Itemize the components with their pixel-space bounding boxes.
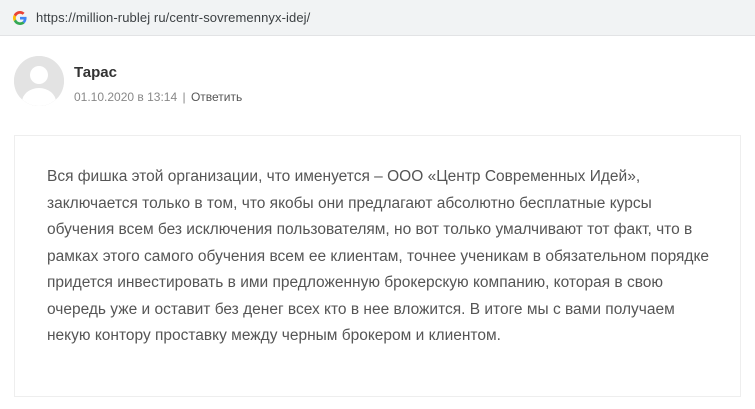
comment-author: Тарас [74, 64, 117, 81]
comment-body: Вся фишка этой организации, что именуетс… [14, 135, 741, 397]
comment-header: Тарас 01.10.2020 в 13:14 | Ответить [14, 56, 242, 106]
url-text[interactable]: https://million-rublej ru/centr-sovremen… [36, 10, 310, 25]
meta-separator: | [182, 90, 186, 104]
address-bar[interactable]: https://million-rublej ru/centr-sovremen… [0, 0, 755, 36]
comment-text: Вся фишка этой организации, что именуетс… [47, 168, 710, 344]
reply-link[interactable]: Ответить [191, 90, 242, 104]
google-g-icon [12, 10, 28, 26]
comment-meta-line: 01.10.2020 в 13:14 | Ответить [74, 90, 242, 104]
comment-meta: Тарас 01.10.2020 в 13:14 | Ответить [74, 56, 242, 104]
comment-date: 01.10.2020 в 13:14 [74, 90, 178, 104]
avatar [14, 56, 64, 106]
